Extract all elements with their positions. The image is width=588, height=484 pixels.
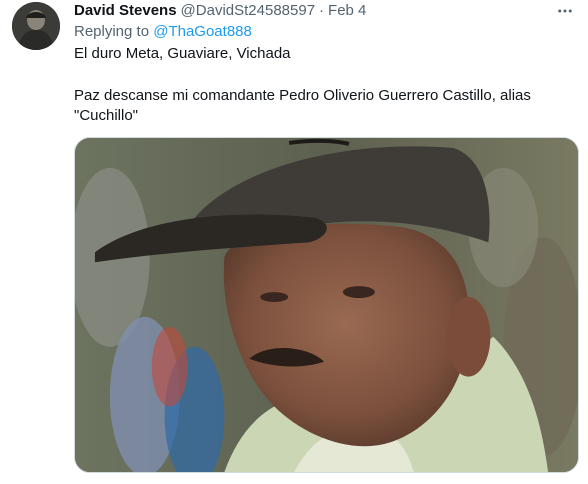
- photo-image: [75, 138, 578, 472]
- tweet-text-line-1: El duro Meta, Guaviare, Vichada: [74, 45, 291, 62]
- tweet: David Stevens @DavidSt24588597 · Feb 4 R…: [0, 0, 588, 484]
- author-name[interactable]: David Stevens: [74, 2, 177, 19]
- avatar-icon: [12, 2, 60, 50]
- more-options-icon: [558, 9, 572, 13]
- tweet-header: David Stevens @DavidSt24588597 · Feb 4: [74, 0, 366, 20]
- replying-to: Replying to @ThaGoat888: [74, 23, 252, 40]
- tweet-text-line-2: Paz descanse mi comandante Pedro Oliveri…: [74, 87, 531, 124]
- author-handle[interactable]: @DavidSt24588597: [181, 2, 316, 19]
- tweet-date[interactable]: Feb 4: [328, 2, 366, 19]
- avatar[interactable]: [12, 2, 60, 50]
- more-options-button[interactable]: [556, 2, 574, 20]
- replying-to-label: Replying to: [74, 23, 150, 40]
- tweet-photo[interactable]: [74, 137, 579, 473]
- reply-target-link[interactable]: @ThaGoat888: [153, 23, 252, 40]
- separator-dot: ·: [319, 1, 325, 19]
